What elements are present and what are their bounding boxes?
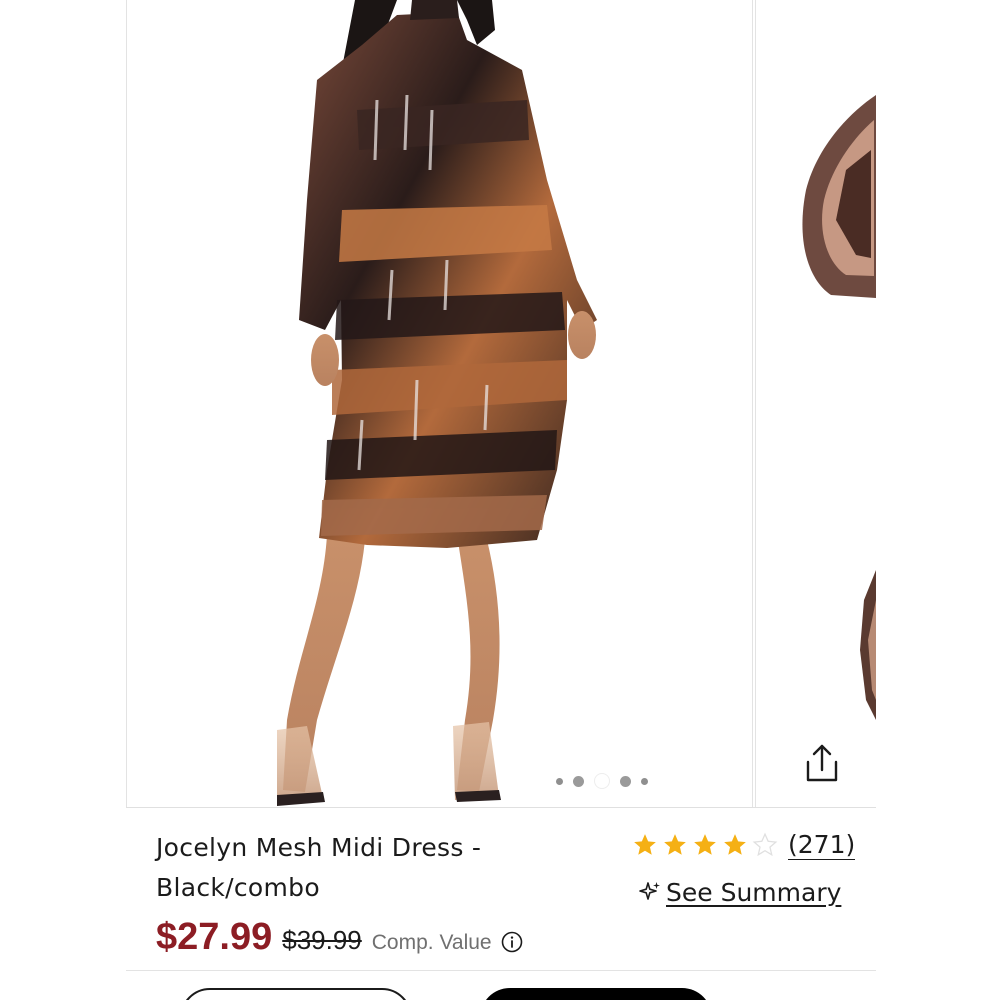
secondary-action-button[interactable]	[180, 988, 412, 1000]
star-empty-icon	[752, 832, 778, 857]
sparkle-icon	[639, 882, 660, 900]
product-image-next[interactable]	[755, 0, 876, 808]
pagination-dot-active[interactable]	[594, 773, 610, 789]
star-filled-icon	[664, 834, 686, 855]
gallery-divider	[126, 807, 876, 808]
pagination-dot[interactable]	[641, 777, 648, 785]
info-icon[interactable]	[500, 930, 524, 954]
gallery-pagination[interactable]	[556, 773, 648, 789]
pagination-dot[interactable]	[573, 775, 584, 787]
pagination-dot[interactable]	[556, 777, 563, 785]
share-button[interactable]	[800, 740, 844, 788]
dress-detail-photo	[802, 95, 876, 720]
product-image-main[interactable]	[126, 0, 753, 808]
original-price: $39.99	[282, 925, 362, 955]
star-filled-icon	[724, 834, 746, 855]
product-title: Jocelyn Mesh Midi Dress - Black/combo	[156, 833, 482, 902]
dress-photo	[277, 0, 597, 806]
share-icon	[806, 744, 838, 782]
comp-value-label: Comp. Value	[371, 931, 492, 954]
review-count-link[interactable]: (271)	[788, 830, 856, 860]
section-divider	[126, 970, 876, 971]
see-summary-link[interactable]: See Summary	[638, 874, 841, 910]
product-gallery[interactable]	[126, 0, 876, 808]
star-filled-icon	[634, 834, 656, 855]
primary-action-button[interactable]	[480, 988, 712, 1000]
product-rating[interactable]: (271)	[632, 828, 856, 862]
rating-stars	[632, 832, 778, 858]
see-summary-label[interactable]: See Summary	[666, 878, 841, 907]
price-row: $27.99 $39.99 Comp. Value	[156, 916, 524, 964]
sale-price: $27.99	[156, 916, 273, 958]
pagination-dot[interactable]	[620, 775, 631, 787]
star-filled-icon	[694, 834, 716, 855]
